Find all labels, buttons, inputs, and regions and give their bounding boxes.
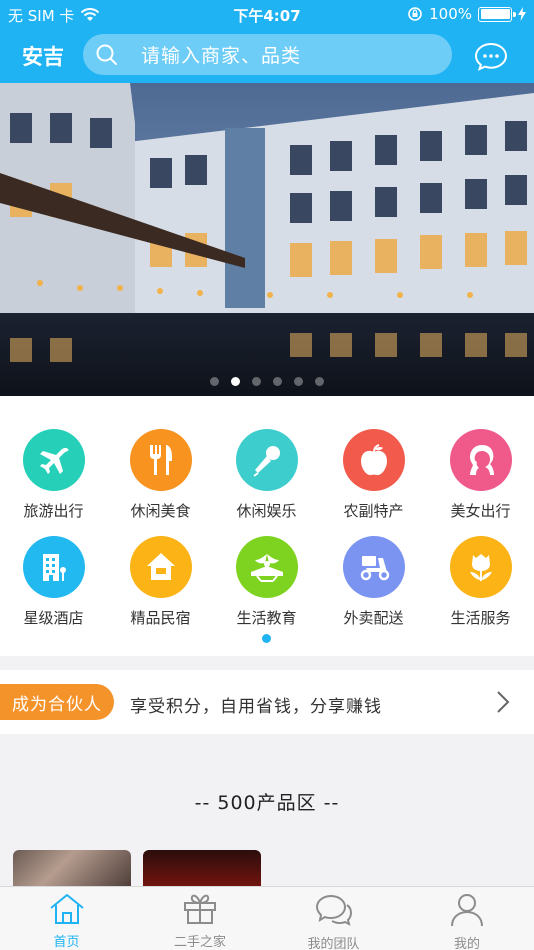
banner-dot[interactable] xyxy=(315,377,324,386)
airplane-icon xyxy=(39,447,69,474)
education-icon xyxy=(250,554,283,582)
category-icon-circle xyxy=(342,536,405,598)
banner-image xyxy=(0,83,534,396)
tab-label: 我的团队 xyxy=(307,937,360,950)
orientation-lock-icon xyxy=(408,7,422,21)
section-title: -- 500产品区 -- xyxy=(194,792,340,814)
charging-bolt-icon xyxy=(518,7,526,21)
city-selector[interactable]: 安吉 xyxy=(22,41,64,71)
gift-icon xyxy=(184,894,216,924)
chevron-right-icon[interactable] xyxy=(496,690,510,714)
category-label: 农副特产 xyxy=(343,502,404,520)
category-label: 外卖配送 xyxy=(343,609,404,627)
category-item[interactable]: 生活教育 xyxy=(213,536,320,628)
category-label: 生活教育 xyxy=(236,609,297,627)
category-icon-circle xyxy=(22,429,85,491)
woman-profile-icon xyxy=(469,445,494,475)
home-icon xyxy=(49,894,84,924)
fork-knife-icon xyxy=(149,445,172,475)
banner-dot[interactable] xyxy=(294,377,303,386)
category-item[interactable]: 外卖配送 xyxy=(320,536,427,628)
category-icon-circle xyxy=(235,536,298,598)
category-label: 精品民宿 xyxy=(130,609,191,627)
category-page-indicator xyxy=(262,634,271,643)
status-bar: 无 SIM 卡 下午4:07 100% xyxy=(0,0,534,28)
tab-home[interactable]: 首页 xyxy=(0,893,133,950)
category-label: 休闲美食 xyxy=(130,502,191,520)
category-icon-circle xyxy=(129,536,192,598)
category-label: 生活服务 xyxy=(450,609,511,627)
partner-banner[interactable]: 成为合伙人 享受积分，自用省钱，分享赚钱 xyxy=(0,670,534,734)
product-section: -- 500产品区 -- xyxy=(0,748,534,890)
tab-label: 首页 xyxy=(53,935,80,950)
microphone-icon xyxy=(252,446,280,477)
category-label: 美女出行 xyxy=(450,502,511,520)
tab-label: 我的 xyxy=(453,937,480,950)
category-label: 旅游出行 xyxy=(23,502,84,520)
category-label: 星级酒店 xyxy=(23,609,84,627)
promo-banner[interactable] xyxy=(0,83,534,396)
user-icon xyxy=(451,894,483,927)
category-item[interactable]: 精品民宿 xyxy=(107,536,214,628)
top-header: 无 SIM 卡 下午4:07 100% 安吉 请输入商家、品类 xyxy=(0,0,534,83)
category-icon-circle xyxy=(235,429,298,491)
search-bar[interactable]: 请输入商家、品类 xyxy=(83,34,452,75)
category-item[interactable]: 星级酒店 xyxy=(0,536,107,628)
apple-icon xyxy=(360,444,387,476)
search-icon xyxy=(96,44,117,65)
category-icon-circle xyxy=(129,429,192,491)
category-item[interactable]: 旅游出行 xyxy=(0,429,107,521)
product-thumbnail[interactable] xyxy=(143,850,261,890)
category-grid: 旅游出行 休闲美食 休闲娱乐 农副特产 美女出行星级酒店 精品民宿 生活教育 外卖配送 生活服务 xyxy=(0,396,534,656)
tab-team[interactable]: 我的团队 xyxy=(267,893,400,950)
search-input[interactable]: 请输入商家、品类 xyxy=(141,41,301,68)
partner-tag[interactable]: 成为合伙人 xyxy=(0,684,114,720)
category-item[interactable]: 美女出行 xyxy=(427,429,534,521)
banner-pagination xyxy=(0,377,534,386)
banner-dot[interactable] xyxy=(252,377,261,386)
tab-label: 二手之家 xyxy=(173,935,226,950)
category-icon-circle xyxy=(449,429,512,491)
category-item[interactable]: 休闲美食 xyxy=(107,429,214,521)
banner-dot[interactable] xyxy=(210,377,219,386)
battery-percent: 100% xyxy=(429,5,472,23)
product-thumbnail[interactable] xyxy=(13,850,131,890)
battery-icon xyxy=(478,6,516,22)
category-item[interactable]: 农副特产 xyxy=(320,429,427,521)
bottom-tab-bar: 首页 二手之家 我的团队 我的 xyxy=(0,886,534,950)
category-icon-circle xyxy=(449,536,512,598)
scooter-icon xyxy=(360,556,389,581)
category-item[interactable]: 生活服务 xyxy=(427,536,534,628)
chat-bubbles-icon xyxy=(315,894,352,926)
banner-dot[interactable] xyxy=(273,377,282,386)
app-screen: 无 SIM 卡 下午4:07 100% 安吉 请输入商家、品类 旅游出行 休闲美… xyxy=(0,0,534,950)
message-icon[interactable] xyxy=(474,41,508,71)
category-label: 休闲娱乐 xyxy=(236,502,297,520)
house-icon xyxy=(146,553,175,580)
category-item[interactable]: 休闲娱乐 xyxy=(213,429,320,521)
partner-text: 享受积分，自用省钱，分享赚钱 xyxy=(130,697,382,717)
category-icon-circle xyxy=(22,536,85,598)
tab-secondhand[interactable]: 二手之家 xyxy=(134,893,267,950)
tulip-icon xyxy=(469,554,492,581)
hotel-icon xyxy=(42,554,66,581)
category-icon-circle xyxy=(342,429,405,491)
tab-me[interactable]: 我的 xyxy=(401,893,534,950)
banner-dot[interactable] xyxy=(231,377,240,386)
